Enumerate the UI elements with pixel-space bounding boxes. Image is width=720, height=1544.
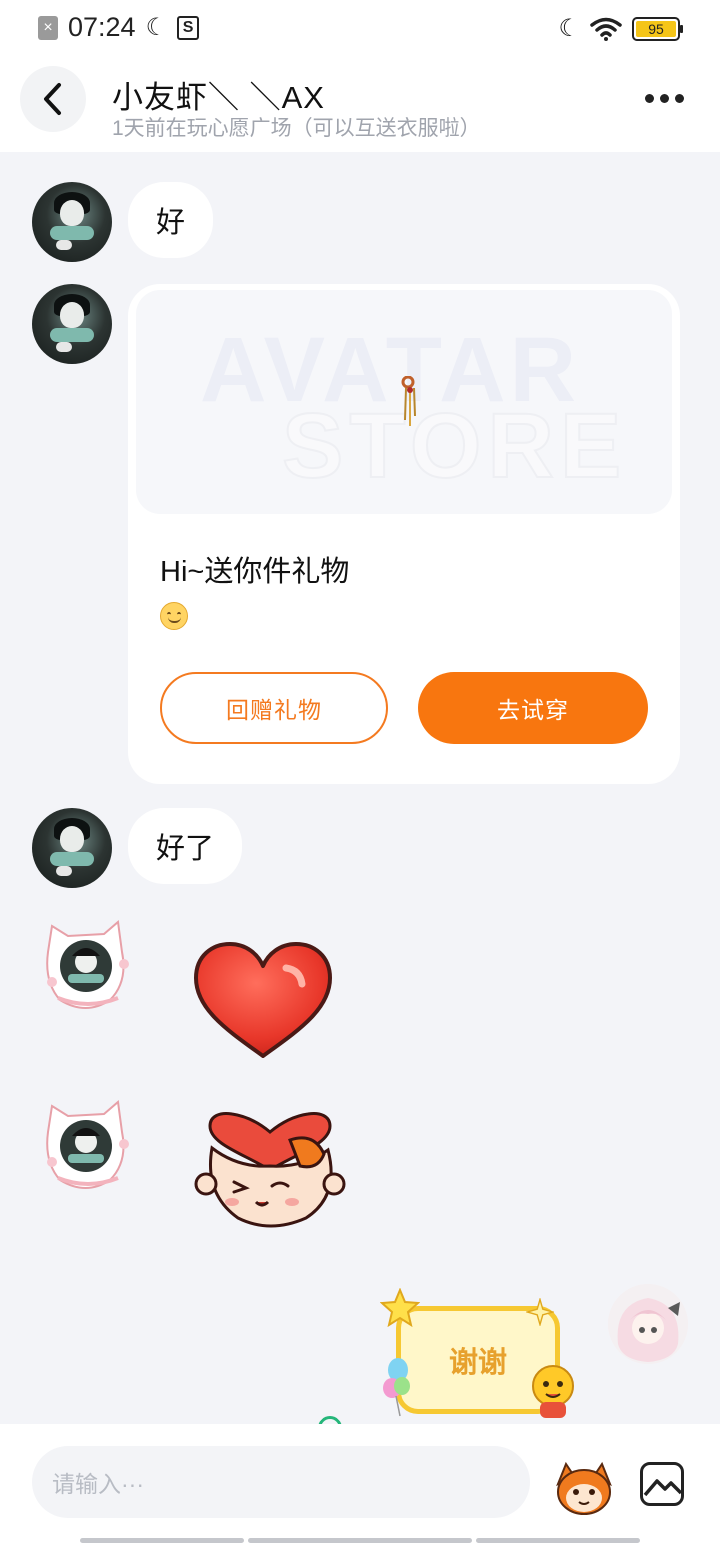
heart-sticker[interactable] <box>190 940 336 1062</box>
mascot-icon <box>532 1365 574 1418</box>
page-title: 小友虾＼ ＼AX <box>112 80 325 115</box>
battery-icon: 95 <box>632 16 683 41</box>
contact-cat-avatar[interactable] <box>38 912 134 1012</box>
notification-close-icon: × <box>38 15 58 40</box>
message-input[interactable]: 请输入··· <box>32 1446 530 1518</box>
wifi-icon <box>590 17 622 41</box>
message-text: 好 <box>156 207 186 239</box>
image-icon <box>643 1479 681 1497</box>
more-dot-icon <box>675 94 684 103</box>
balloons-icon <box>383 1358 410 1417</box>
status-time: 07:24 <box>68 12 136 42</box>
message-text: 好了 <box>156 833 215 865</box>
nav-gesture-bar[interactable] <box>476 1538 640 1543</box>
smile-emoji-icon <box>160 602 188 630</box>
image-picker-button[interactable] <box>640 1462 684 1506</box>
more-dot-icon <box>660 94 669 103</box>
contact-avatar[interactable] <box>32 284 112 364</box>
gift-message: Hi~送你件礼物 <box>160 556 350 588</box>
contact-avatar[interactable] <box>32 808 112 888</box>
more-options-button[interactable] <box>645 94 684 103</box>
thanks-sticker-text: 谢谢 <box>448 1347 507 1379</box>
moon-icon: ☾ <box>145 14 168 41</box>
battery-level: 95 <box>636 20 676 37</box>
app-s-icon: S <box>177 15 200 40</box>
star-icon <box>380 1288 420 1328</box>
back-button[interactable] <box>20 66 86 132</box>
contact-status: 1天前在玩心愿广场（可以互送衣服啦） <box>112 117 481 140</box>
message-bubble[interactable]: 好 <box>128 182 214 258</box>
more-dot-icon <box>645 94 654 103</box>
self-avatar[interactable] <box>608 1284 688 1364</box>
sticker-button[interactable] <box>552 1458 616 1518</box>
nav-gesture-bar[interactable] <box>80 1538 244 1543</box>
do-not-disturb-icon: ☾ <box>558 15 580 42</box>
thanks-sticker[interactable]: 谢谢 <box>380 1288 580 1422</box>
heart-hug-sticker[interactable] <box>194 1110 346 1234</box>
watermark-store: STORE <box>281 394 628 498</box>
nav-gesture-bar[interactable] <box>248 1538 472 1543</box>
contact-avatar[interactable] <box>32 182 112 262</box>
message-input-bar: 请输入··· <box>0 1424 720 1544</box>
chevron-left-icon <box>44 83 61 115</box>
return-gift-button[interactable]: 回赠礼物 <box>160 672 388 744</box>
chat-header: 小友虾＼ ＼AX 1天前在玩心愿广场（可以互送衣服啦） <box>0 56 720 152</box>
status-bar: × 07:24 ☾ S ☾ 95 <box>0 0 720 56</box>
earring-icon <box>401 376 416 426</box>
gift-image[interactable]: AVATAR STORE <box>136 290 672 514</box>
message-bubble[interactable]: 好了 <box>128 808 243 884</box>
try-on-button[interactable]: 去试穿 <box>418 672 648 744</box>
message-input-placeholder: 请输入··· <box>52 1471 144 1497</box>
gift-card[interactable]: AVATAR STORE Hi~送你件礼物 回赠礼物 去试穿 <box>128 284 680 784</box>
sparkle-icon <box>526 1298 554 1326</box>
contact-cat-avatar[interactable] <box>38 1092 134 1192</box>
